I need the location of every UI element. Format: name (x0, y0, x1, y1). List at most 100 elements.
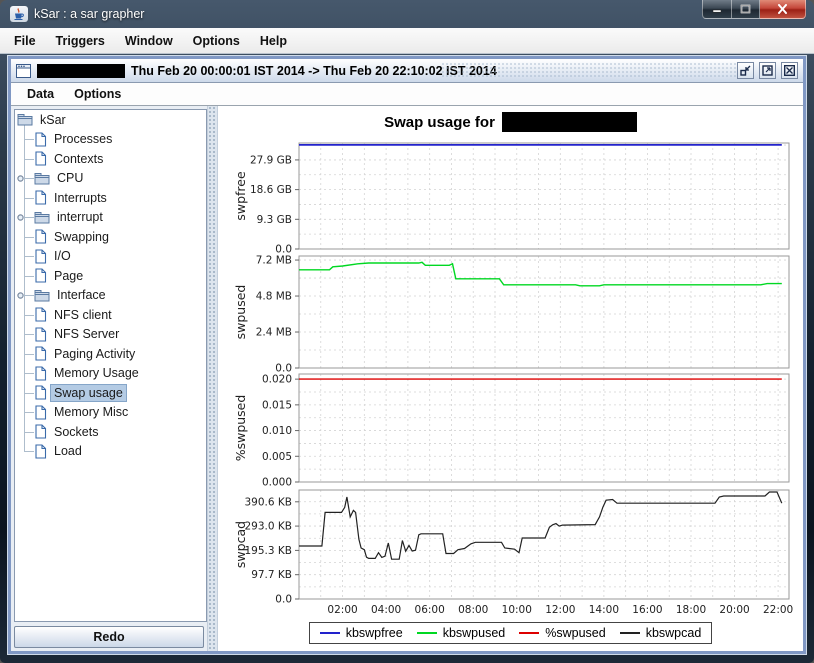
legend-line-swatch (519, 632, 539, 634)
tree-item-memory-usage[interactable]: Memory Usage (15, 364, 206, 384)
java-cup-icon (13, 8, 25, 20)
tree-branch-line (24, 315, 34, 316)
tree-item-label: Processes (51, 131, 115, 147)
y-tick-label: 195.3 KB (245, 545, 293, 557)
tree-item-sockets[interactable]: Sockets (15, 422, 206, 442)
menu-item-window[interactable]: Window (115, 28, 183, 53)
tree-item-cpu[interactable]: CPU (15, 169, 206, 189)
y-axis-title: swpfree (233, 171, 248, 221)
tree-item-interrupts[interactable]: Interrupts (15, 188, 206, 208)
tree-item-label: interrupt (54, 209, 106, 225)
split-pane-divider[interactable] (207, 106, 218, 651)
chart-title-text: Swap usage for (384, 114, 495, 131)
content-area: Thu Feb 20 00:00:01 IST 2014 -> Thu Feb … (0, 54, 814, 663)
tree-item-label: CPU (54, 170, 86, 186)
tree-item-memory-misc[interactable]: Memory Misc (15, 403, 206, 423)
tree-item-label: Memory Usage (51, 365, 142, 381)
menu-item-file[interactable]: File (4, 28, 46, 53)
tree-item-label: Sockets (51, 424, 101, 440)
tree-branch-line (24, 198, 34, 199)
tree-item-interrupt[interactable]: interrupt (15, 208, 206, 228)
internal-menu-item-data[interactable]: Data (17, 83, 64, 105)
tree-item-label: Load (51, 443, 85, 459)
chart-swpfree[interactable]: 0.09.3 GB18.6 GB27.9 GBswpfree (218, 143, 803, 249)
legend-label: kbswpcad (646, 626, 702, 640)
file-icon (34, 268, 47, 283)
tree-item-page[interactable]: Page (15, 266, 206, 286)
tree-item-paging-activity[interactable]: Paging Activity (15, 344, 206, 364)
tree-item-i-o[interactable]: I/O (15, 247, 206, 267)
internal-close-icon (784, 65, 795, 76)
tree-item-contexts[interactable]: Contexts (15, 149, 206, 169)
expand-handle-icon[interactable] (17, 213, 33, 222)
y-tick-label: 2.4 MB (256, 327, 292, 339)
expand-handle-icon[interactable] (17, 174, 33, 183)
tree-item-label: NFS Server (51, 326, 122, 342)
internal-maximize-button[interactable] (759, 62, 776, 79)
internal-menubar: DataOptions (11, 83, 803, 106)
x-tick-label: 14:00 (589, 604, 619, 616)
y-tick-label: 18.6 GB (250, 184, 292, 196)
x-tick-label: 16:00 (632, 604, 662, 616)
file-icon (34, 327, 47, 342)
tree-item-swapping[interactable]: Swapping (15, 227, 206, 247)
maximize-button[interactable] (732, 0, 760, 19)
menu-item-options[interactable]: Options (183, 28, 250, 53)
y-tick-label: 4.8 MB (256, 291, 292, 303)
file-icon (34, 249, 47, 264)
tree-branch-line (24, 237, 34, 238)
internal-close-button[interactable] (781, 62, 798, 79)
tree-item-interface[interactable]: Interface (15, 286, 206, 306)
maximize-icon (740, 4, 751, 14)
y-tick-label: 390.6 KB (245, 496, 293, 508)
tree-item-load[interactable]: Load (15, 442, 206, 462)
menu-item-triggers[interactable]: Triggers (46, 28, 115, 53)
internal-frame-title: Thu Feb 20 00:00:01 IST 2014 -> Thu Feb … (131, 64, 497, 78)
x-tick-label: 12:00 (545, 604, 575, 616)
window-controls (702, 0, 806, 19)
tree-item-processes[interactable]: Processes (15, 130, 206, 150)
tree-item-label: Swapping (51, 229, 112, 245)
java-app-icon (10, 6, 28, 22)
file-icon (34, 444, 47, 459)
chart-swpused[interactable]: 0.02.4 MB4.8 MB7.2 MBswpused (218, 256, 803, 368)
file-icon (34, 346, 47, 361)
y-tick-label: 7.2 MB (256, 255, 292, 267)
graph-internal-frame: Thu Feb 20 00:00:01 IST 2014 -> Thu Feb … (8, 56, 806, 654)
chart-pct-swpused[interactable]: 0.0000.0050.0100.0150.020%swpused (218, 374, 803, 482)
chart-swpcad[interactable]: 0.097.7 KB195.3 KB293.0 KB390.6 KBswpcad… (218, 490, 803, 617)
folder-icon (34, 289, 50, 302)
minimize-button[interactable] (702, 0, 732, 19)
chart-legend: kbswpfreekbswpused%swpusedkbswpcad (309, 622, 713, 644)
internal-frame-titlebar[interactable]: Thu Feb 20 00:00:01 IST 2014 -> Thu Feb … (11, 59, 803, 83)
legend-label: %swpused (545, 626, 605, 640)
tree-item-ksar[interactable]: kSar (15, 110, 206, 130)
legend-wrap: kbswpfreekbswpused%swpusedkbswpcad (218, 622, 803, 644)
internal-menu-item-options[interactable]: Options (64, 83, 131, 105)
tree-branch-line (24, 256, 34, 257)
x-tick-label: 06:00 (415, 604, 445, 616)
window-title: kSar : a sar grapher (34, 7, 144, 21)
file-icon (34, 190, 47, 205)
tree-branch-line (24, 139, 34, 140)
y-tick-label: 0.0 (275, 594, 292, 606)
internal-maximize-icon (762, 65, 773, 76)
tree-item-label: kSar (37, 112, 69, 128)
minimize-icon (712, 5, 722, 14)
y-tick-label: 27.9 GB (250, 154, 292, 166)
internal-minimize-button[interactable] (737, 62, 754, 79)
expand-handle-icon[interactable] (17, 291, 33, 300)
y-axis-title: swpcad (233, 521, 248, 568)
tree-item-swap-usage[interactable]: Swap usage (15, 383, 206, 403)
redo-button[interactable]: Redo (14, 626, 204, 648)
tree-branch-line (24, 276, 34, 277)
tree-item-label: Interface (54, 287, 109, 303)
close-button[interactable] (760, 0, 806, 19)
menu-item-help[interactable]: Help (250, 28, 297, 53)
menubar: FileTriggersWindowOptionsHelp (0, 28, 814, 54)
tree-branch-line (24, 159, 34, 160)
tree-item-nfs-server[interactable]: NFS Server (15, 325, 206, 345)
tree-item-nfs-client[interactable]: NFS client (15, 305, 206, 325)
y-tick-label: 0.005 (262, 451, 292, 463)
x-tick-label: 04:00 (371, 604, 401, 616)
